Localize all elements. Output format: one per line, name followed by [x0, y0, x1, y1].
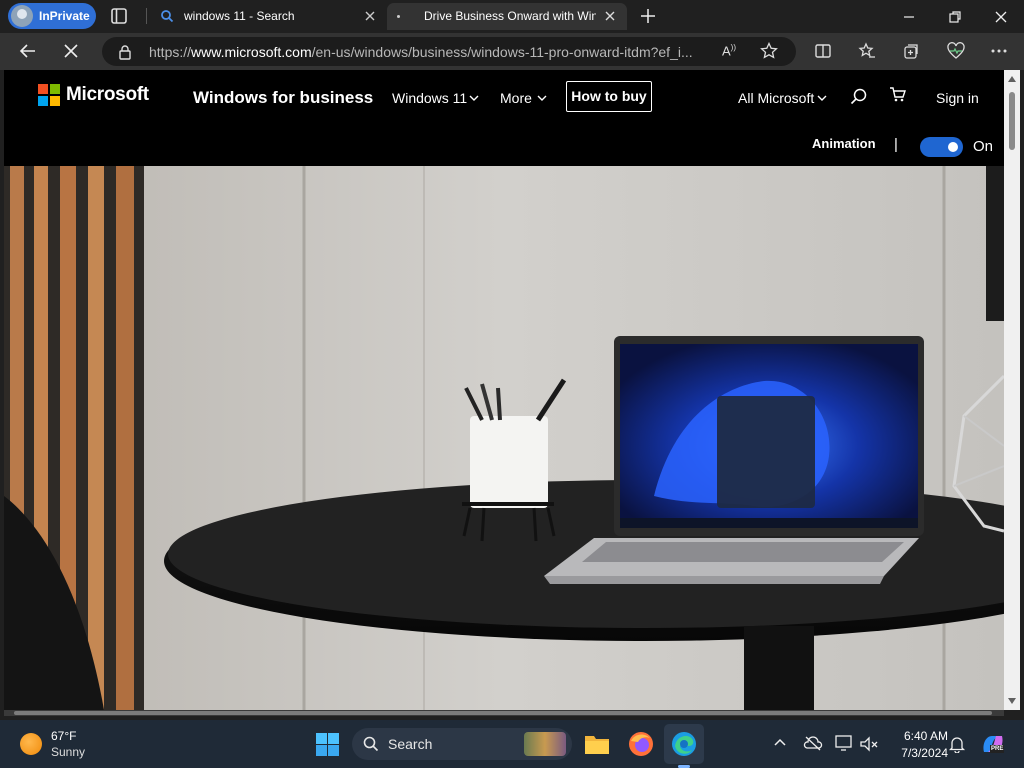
scrollbar-thumb[interactable] [14, 711, 992, 715]
new-tab-icon[interactable] [638, 6, 658, 26]
menu-windows-11[interactable]: Windows 11 [392, 90, 467, 106]
restore-icon[interactable] [946, 8, 964, 26]
scrollbar-thumb[interactable] [1009, 92, 1015, 150]
hero-image [4, 166, 1004, 710]
edge-browser-icon[interactable] [671, 731, 697, 757]
weather-temperature[interactable]: 67°F [51, 729, 76, 743]
horizontal-scrollbar[interactable] [4, 710, 1004, 716]
browser-essentials-icon[interactable] [946, 42, 966, 60]
settings-more-icon[interactable] [990, 42, 1008, 60]
inprivate-label: InPrivate [39, 9, 90, 23]
profile-avatar [11, 5, 33, 27]
loading-dot-icon [397, 15, 400, 18]
lock-icon[interactable] [118, 44, 132, 60]
volume-muted-icon[interactable] [859, 735, 879, 753]
onedrive-offline-icon[interactable] [803, 734, 823, 752]
close-tab-icon[interactable] [360, 6, 380, 26]
collections-icon[interactable] [902, 42, 920, 60]
sign-in-link[interactable]: Sign in [936, 90, 979, 106]
back-icon[interactable] [18, 41, 38, 61]
split-screen-icon[interactable] [814, 42, 832, 60]
close-tab-icon[interactable] [600, 6, 620, 26]
scroll-up-icon[interactable] [1008, 76, 1016, 82]
chevron-up-icon[interactable] [773, 737, 787, 747]
search-icon [160, 9, 174, 23]
close-window-icon[interactable] [992, 8, 1010, 26]
chevron-down-icon [537, 95, 547, 102]
tab-windows-11-search[interactable]: windows 11 - Search [152, 3, 384, 30]
chevron-down-icon [469, 95, 479, 102]
firefox-icon[interactable] [628, 731, 654, 757]
tab-strip: InPrivate windows 11 - Search Drive Busi… [0, 0, 1024, 33]
favorites-icon[interactable] [858, 42, 876, 60]
animation-state: On [973, 138, 994, 155]
tab-title: windows 11 - Search [184, 9, 295, 23]
cart-icon[interactable] [889, 86, 907, 104]
taskbar: 67°F Sunny Search 6:40 AM 7/3/2024 PRE [0, 720, 1024, 768]
url-path: /en-us/windows/business/windows-11-pro-o… [311, 44, 693, 60]
search-label: Search [388, 736, 433, 752]
notification-bell-icon[interactable] [948, 735, 966, 753]
animation-label: Animation [812, 136, 876, 151]
taskbar-search[interactable]: Search [352, 728, 572, 760]
search-icon [363, 736, 379, 752]
browser-toolbar: https://www.microsoft.com/en-us/windows/… [0, 33, 1024, 70]
all-microsoft-menu[interactable]: All Microsoft [738, 90, 814, 106]
url-host: www.microsoft.com [191, 44, 312, 60]
section-title[interactable]: Windows for business [193, 88, 373, 108]
sun-weather-icon[interactable] [20, 733, 42, 755]
tab-drive-business-onward[interactable]: Drive Business Onward with Windows 11 Pr… [387, 3, 627, 30]
search-highlight-icon [524, 732, 566, 756]
stop-loading-icon[interactable] [62, 42, 80, 60]
microsoft-logo-icon[interactable] [38, 84, 60, 106]
url-prefix: https:// [149, 44, 192, 60]
copilot-icon[interactable]: PRE [980, 732, 1006, 756]
clock-date[interactable]: 7/3/2024 [892, 746, 948, 760]
scroll-down-icon[interactable] [1008, 698, 1016, 704]
copilot-badge: PRE [990, 745, 1005, 753]
url-text: https://www.microsoft.com/en-us/windows/… [149, 44, 693, 60]
vertical-scrollbar[interactable] [1004, 70, 1020, 710]
tab-separator [146, 8, 147, 24]
hero-illustration [4, 166, 1004, 710]
tab-title: Drive Business Onward with Windows 11 Pr… [424, 9, 596, 23]
chevron-down-icon [817, 95, 827, 102]
animation-toggle[interactable] [920, 137, 963, 157]
animation-separator: | [894, 136, 898, 153]
menu-more[interactable]: More [500, 90, 532, 106]
how-to-buy-button[interactable]: How to buy [566, 81, 652, 112]
brand-name[interactable]: Microsoft [66, 84, 149, 106]
weather-condition[interactable]: Sunny [51, 745, 85, 759]
display-network-icon[interactable] [835, 734, 855, 752]
minimize-icon[interactable] [900, 8, 918, 26]
site-header: Microsoft Windows for business Windows 1… [4, 70, 1004, 166]
start-windows-icon[interactable] [316, 733, 339, 756]
site-search-icon[interactable] [850, 88, 868, 106]
file-explorer-icon[interactable] [584, 732, 610, 756]
read-aloud-icon[interactable]: A)) [722, 43, 736, 58]
inprivate-badge[interactable]: InPrivate [8, 3, 96, 29]
web-page: Microsoft Windows for business Windows 1… [4, 70, 1004, 710]
tab-actions-icon[interactable] [110, 7, 128, 25]
address-bar[interactable]: https://www.microsoft.com/en-us/windows/… [102, 37, 796, 66]
clock-time[interactable]: 6:40 AM [896, 729, 948, 743]
favorite-star-icon[interactable] [760, 42, 778, 60]
